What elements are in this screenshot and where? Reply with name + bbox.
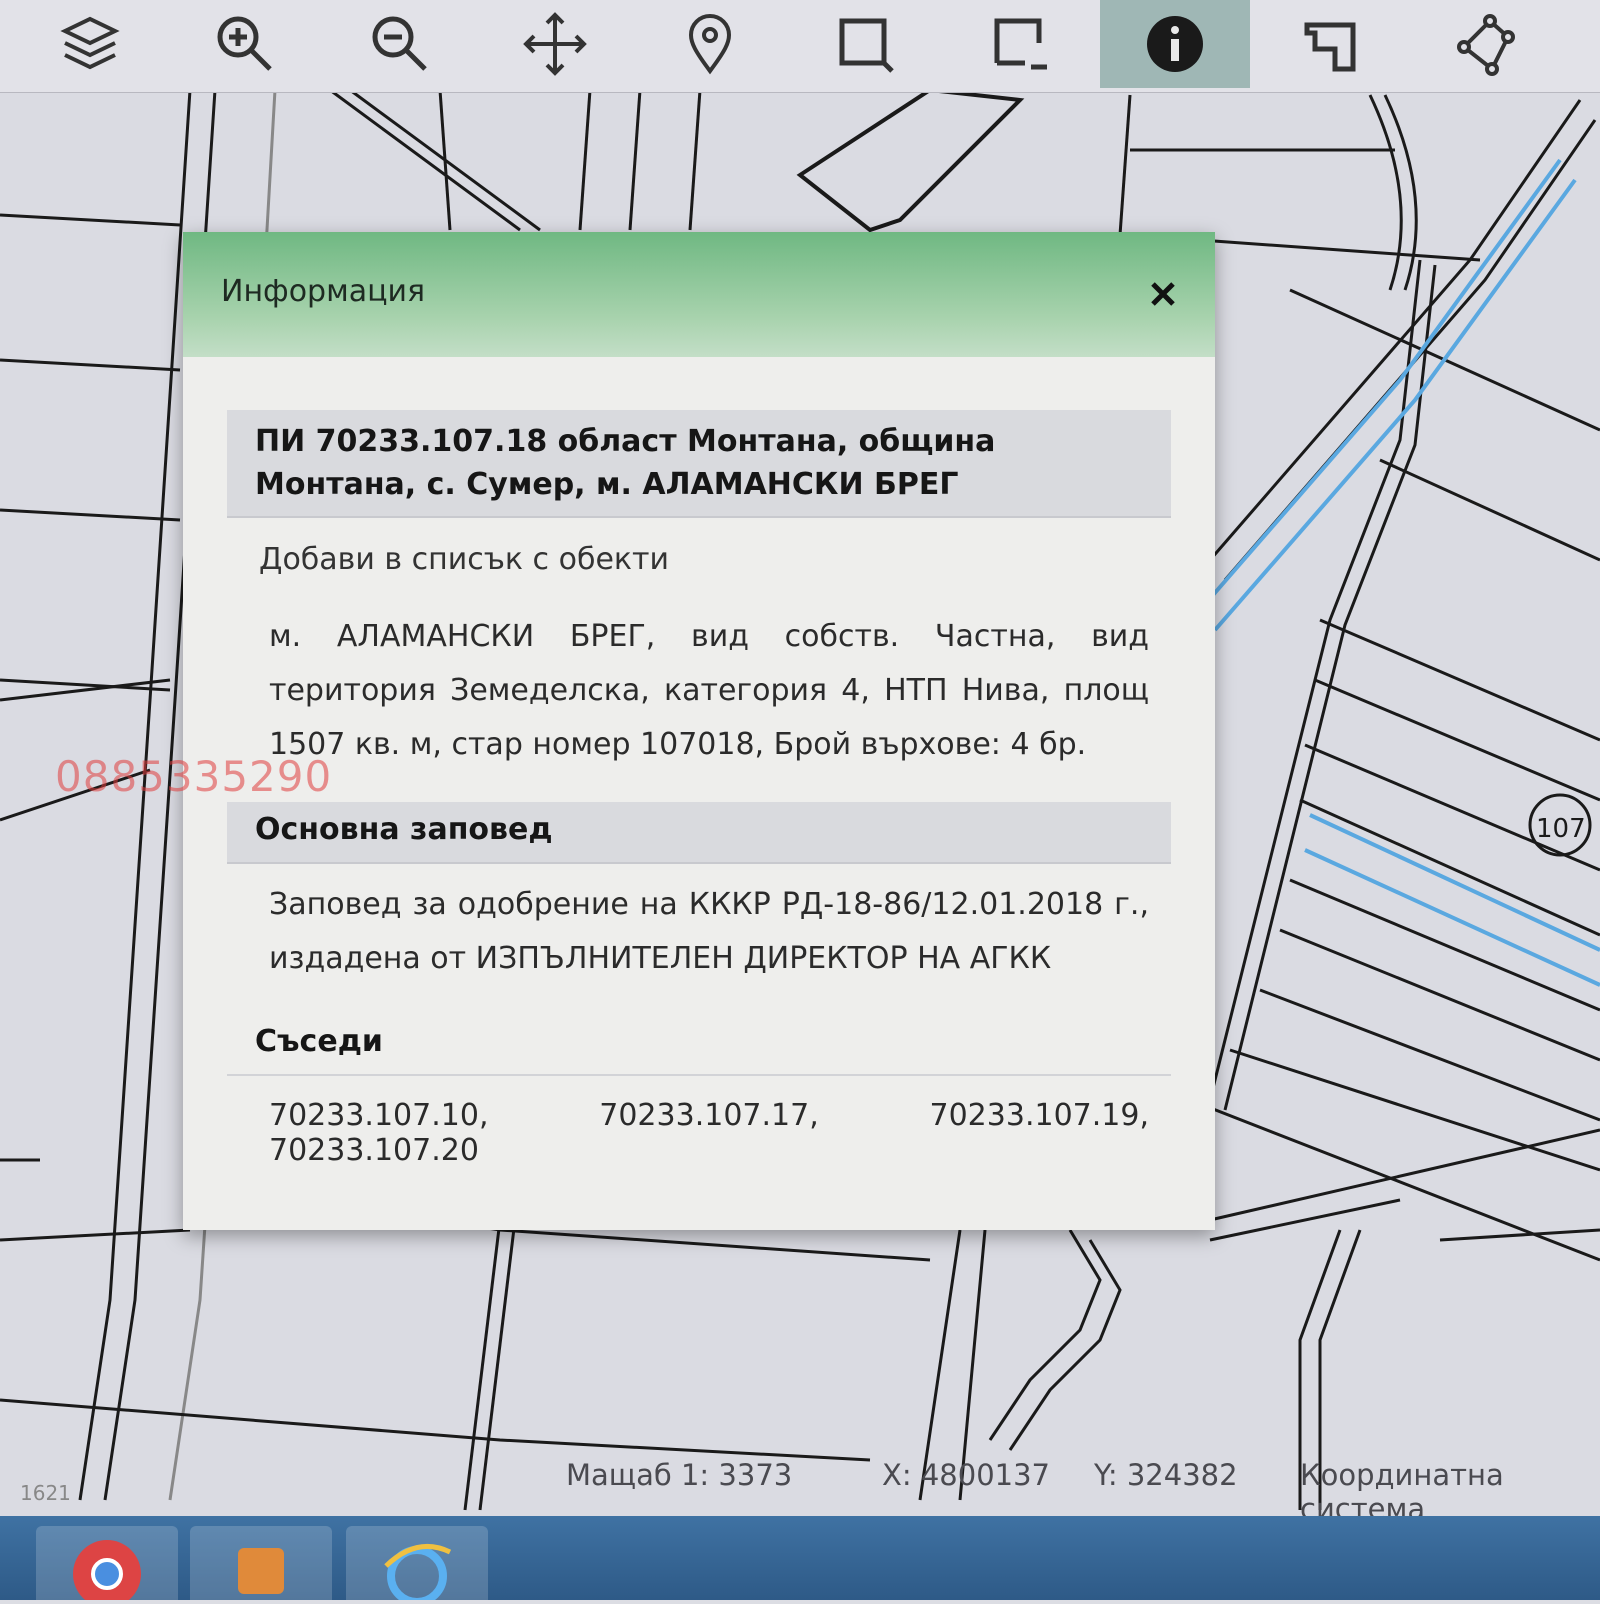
os-taskbar: [0, 1516, 1600, 1604]
close-button[interactable]: [1141, 272, 1185, 316]
polygon-tool[interactable]: [1410, 0, 1560, 88]
phone-watermark: 0885335290: [55, 752, 333, 801]
parcel-title: ПИ 70233.107.18 област Монтана, община М…: [255, 424, 996, 502]
neighbors-list: 70233.107.10, 70233.107.17, 70233.107.19…: [269, 1098, 1149, 1168]
scale-readout: Мащаб 1: 3373: [566, 1458, 793, 1492]
y-coordinate: Y: 324382: [1094, 1458, 1238, 1492]
map-toolbar: [0, 0, 1600, 93]
neighbors-heading-bar: Съседи: [227, 1014, 1171, 1076]
order-heading-bar: Основна заповед: [227, 802, 1171, 864]
taskbar-media-button[interactable]: [190, 1526, 332, 1600]
marker-tool[interactable]: [635, 0, 785, 88]
parcel-details: м. АЛАМАНСКИ БРЕГ, вид собств. Частна, в…: [269, 619, 1149, 762]
measure-tool[interactable]: [1255, 0, 1405, 88]
parcel-title-bar: ПИ 70233.107.18 област Монтана, община М…: [227, 410, 1171, 518]
zoom-in-tool[interactable]: [170, 0, 320, 88]
pan-tool[interactable]: [480, 0, 630, 88]
select-rect-icon: [839, 18, 894, 73]
order-heading: Основна заповед: [255, 812, 553, 847]
measure-icon: [1304, 22, 1356, 72]
layers-tool[interactable]: [15, 0, 165, 88]
marker-icon: [688, 14, 732, 75]
order-text: Заповед за одобрение на КККР РД-18-86/12…: [269, 887, 1149, 976]
info-icon: [1147, 16, 1203, 72]
layers-icon: [60, 16, 120, 70]
map-block-label: 107: [1536, 814, 1586, 844]
chrome-icon: [73, 1540, 141, 1604]
info-dialog: Информация ПИ 70233.107.18 област Монтан…: [183, 232, 1215, 1230]
x-coordinate: X: 4800137: [882, 1458, 1051, 1492]
select-area-icon: [994, 18, 1047, 70]
internet-explorer-icon: [384, 1543, 452, 1604]
taskbar-ie-button[interactable]: [346, 1526, 488, 1604]
media-icon: [238, 1548, 284, 1594]
status-bar: Мащаб 1: 3373 X: 4800137 Y: 324382 Коорд…: [0, 1440, 1600, 1526]
select-rect-tool[interactable]: [790, 0, 940, 88]
taskbar-chrome-button[interactable]: [36, 1526, 178, 1604]
neighbors-heading: Съседи: [255, 1024, 383, 1059]
zoom-out-tool[interactable]: [325, 0, 475, 88]
zoom-in-icon: [217, 16, 272, 71]
dialog-title: Информация: [221, 274, 426, 309]
polygon-icon: [1457, 14, 1515, 76]
select-area-tool[interactable]: [945, 0, 1095, 88]
dialog-header[interactable]: Информация: [183, 232, 1215, 357]
zoom-out-icon: [372, 16, 427, 71]
add-to-list-link[interactable]: Добави в списък с обекти: [259, 542, 669, 577]
close-icon: [1151, 282, 1175, 306]
info-tool[interactable]: [1100, 0, 1250, 88]
pan-icon: [523, 12, 587, 76]
